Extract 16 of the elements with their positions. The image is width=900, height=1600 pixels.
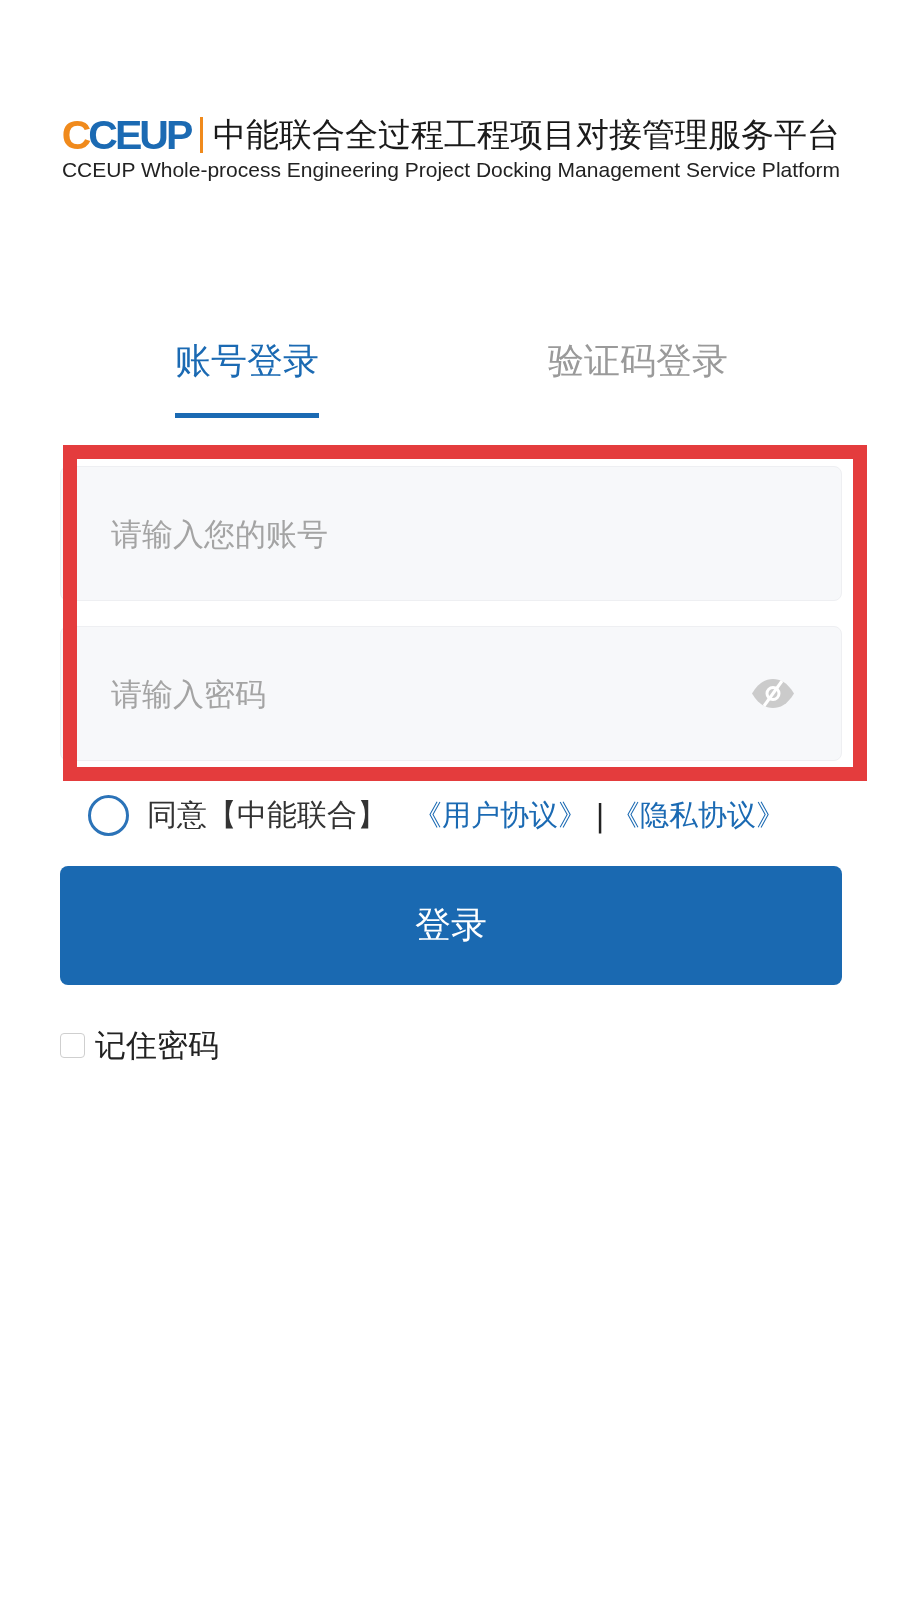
remember-password-label[interactable]: 记住密码 bbox=[95, 1027, 219, 1063]
password-field[interactable]: 请输入密码 bbox=[60, 626, 842, 761]
login-tab[interactable]: 验证码登录 bbox=[547, 341, 728, 418]
remember-checkbox[interactable] bbox=[60, 1032, 85, 1058]
account-field[interactable]: 请输入您的账号 bbox=[60, 466, 842, 601]
link-separator: | bbox=[595, 798, 606, 833]
login-button[interactable]: 登录 bbox=[60, 866, 842, 985]
agreement-text: 同意【中能联合】 bbox=[147, 796, 387, 834]
platform-title: 中能联合全过程工程项目对接管理服务平台 bbox=[213, 115, 841, 155]
agreement-radio[interactable] bbox=[88, 795, 129, 836]
agreement-link[interactable]: 《用户协议》 bbox=[413, 796, 587, 835]
login-tab[interactable]: 账号登录 bbox=[174, 341, 319, 418]
logo-text: CCEUP bbox=[61, 113, 192, 157]
eye-slash-icon[interactable] bbox=[752, 679, 794, 708]
agreement-link[interactable]: 《隐私协议》 bbox=[611, 796, 786, 835]
platform-subtitle: CCEUP Whole-process Engineering Project Docking Management Service Platform bbox=[61, 158, 841, 182]
